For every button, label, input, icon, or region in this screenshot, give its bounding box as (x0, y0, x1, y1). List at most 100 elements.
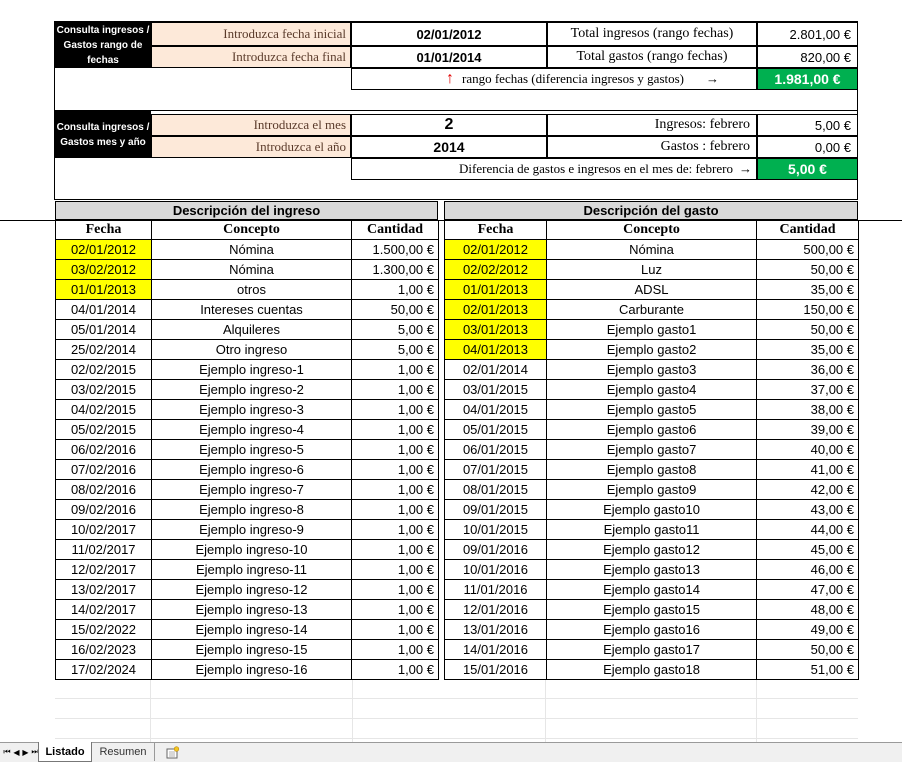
expense-concept-cell[interactable]: Ejemplo gasto14 (546, 579, 757, 600)
month-input[interactable]: 2 (351, 114, 547, 136)
expense-amount-cell[interactable]: 40,00 € (756, 439, 859, 460)
expense-amount-cell[interactable]: 50,00 € (756, 319, 859, 340)
expense-date-cell[interactable]: 15/01/2016 (444, 659, 547, 680)
income-concept-cell[interactable]: Ejemplo ingreso-5 (151, 439, 352, 460)
expense-amount-cell[interactable]: 35,00 € (756, 279, 859, 300)
income-date-cell[interactable]: 03/02/2012 (55, 259, 152, 280)
expense-concept-cell[interactable]: Nómina (546, 239, 757, 260)
expense-date-cell[interactable]: 02/01/2014 (444, 359, 547, 380)
expense-date-cell[interactable]: 02/01/2013 (444, 299, 547, 320)
income-concept-cell[interactable]: Intereses cuentas (151, 299, 352, 320)
expense-date-cell[interactable]: 03/01/2015 (444, 379, 547, 400)
income-date-cell[interactable]: 15/02/2022 (55, 619, 152, 640)
expense-amount-cell[interactable]: 38,00 € (756, 399, 859, 420)
expense-amount-cell[interactable]: 36,00 € (756, 359, 859, 380)
expense-concept-cell[interactable]: Carburante (546, 299, 757, 320)
expense-date-cell[interactable]: 10/01/2016 (444, 559, 547, 580)
income-concept-cell[interactable]: Ejemplo ingreso-8 (151, 499, 352, 520)
income-date-cell[interactable]: 25/02/2014 (55, 339, 152, 360)
expense-date-cell[interactable]: 09/01/2016 (444, 539, 547, 560)
income-concept-cell[interactable]: Ejemplo ingreso-14 (151, 619, 352, 640)
income-concept-cell[interactable]: Ejemplo ingreso-4 (151, 419, 352, 440)
start-date-input[interactable]: 02/01/2012 (351, 22, 547, 46)
expense-date-cell[interactable]: 01/01/2013 (444, 279, 547, 300)
income-amount-cell[interactable]: 1,00 € (351, 419, 439, 440)
income-concept-cell[interactable]: Ejemplo ingreso-11 (151, 559, 352, 580)
expense-concept-cell[interactable]: Ejemplo gasto7 (546, 439, 757, 460)
income-concept-cell[interactable]: Ejemplo ingreso-6 (151, 459, 352, 480)
expense-amount-cell[interactable]: 500,00 € (756, 239, 859, 260)
income-amount-cell[interactable]: 1,00 € (351, 619, 439, 640)
income-concept-cell[interactable]: Ejemplo ingreso-3 (151, 399, 352, 420)
first-sheet-nav-icon[interactable]: ⏮ (2, 743, 12, 761)
expense-amount-cell[interactable]: 45,00 € (756, 539, 859, 560)
end-date-input[interactable]: 01/01/2014 (351, 46, 547, 68)
expense-date-cell[interactable]: 05/01/2015 (444, 419, 547, 440)
expense-date-cell[interactable]: 04/01/2015 (444, 399, 547, 420)
expense-concept-cell[interactable]: Ejemplo gasto3 (546, 359, 757, 380)
income-concept-cell[interactable]: Ejemplo ingreso-15 (151, 639, 352, 660)
income-date-cell[interactable]: 01/01/2013 (55, 279, 152, 300)
income-date-cell[interactable]: 12/02/2017 (55, 559, 152, 580)
income-amount-cell[interactable]: 1,00 € (351, 359, 439, 380)
income-concept-cell[interactable]: Nómina (151, 259, 352, 280)
expense-date-cell[interactable]: 09/01/2015 (444, 499, 547, 520)
income-amount-cell[interactable]: 1,00 € (351, 579, 439, 600)
expense-concept-cell[interactable]: Ejemplo gasto5 (546, 399, 757, 420)
income-date-cell[interactable]: 13/02/2017 (55, 579, 152, 600)
expense-date-cell[interactable]: 14/01/2016 (444, 639, 547, 660)
income-amount-cell[interactable]: 1,00 € (351, 439, 439, 460)
income-concept-cell[interactable]: Ejemplo ingreso-9 (151, 519, 352, 540)
expense-date-cell[interactable]: 11/01/2016 (444, 579, 547, 600)
income-concept-cell[interactable]: Nómina (151, 239, 352, 260)
year-input[interactable]: 2014 (351, 136, 547, 158)
income-concept-cell[interactable]: otros (151, 279, 352, 300)
expense-concept-cell[interactable]: Ejemplo gasto15 (546, 599, 757, 620)
expense-amount-cell[interactable]: 48,00 € (756, 599, 859, 620)
income-amount-cell[interactable]: 1,00 € (351, 639, 439, 660)
expense-concept-cell[interactable]: Ejemplo gasto2 (546, 339, 757, 360)
expense-date-cell[interactable]: 10/01/2015 (444, 519, 547, 540)
expense-concept-cell[interactable]: Ejemplo gasto11 (546, 519, 757, 540)
income-date-cell[interactable]: 04/02/2015 (55, 399, 152, 420)
income-date-cell[interactable]: 10/02/2017 (55, 519, 152, 540)
income-concept-cell[interactable]: Ejemplo ingreso-1 (151, 359, 352, 380)
income-concept-cell[interactable]: Ejemplo ingreso-12 (151, 579, 352, 600)
expense-amount-cell[interactable]: 47,00 € (756, 579, 859, 600)
income-amount-cell[interactable]: 1,00 € (351, 279, 439, 300)
income-concept-cell[interactable]: Ejemplo ingreso-7 (151, 479, 352, 500)
expense-concept-cell[interactable]: Ejemplo gasto9 (546, 479, 757, 500)
income-amount-cell[interactable]: 1,00 € (351, 399, 439, 420)
insert-sheet-icon[interactable] (164, 743, 182, 761)
expense-amount-cell[interactable]: 150,00 € (756, 299, 859, 320)
income-date-cell[interactable]: 17/02/2024 (55, 659, 152, 680)
expense-concept-cell[interactable]: Ejemplo gasto6 (546, 419, 757, 440)
expense-amount-cell[interactable]: 46,00 € (756, 559, 859, 580)
income-amount-cell[interactable]: 1,00 € (351, 559, 439, 580)
expense-date-cell[interactable]: 07/01/2015 (444, 459, 547, 480)
income-amount-cell[interactable]: 1,00 € (351, 659, 439, 680)
income-amount-cell[interactable]: 1,00 € (351, 479, 439, 500)
income-concept-cell[interactable]: Ejemplo ingreso-2 (151, 379, 352, 400)
sheet-tab-resumen[interactable]: Resumen (92, 743, 155, 761)
income-concept-cell[interactable]: Alquileres (151, 319, 352, 340)
income-amount-cell[interactable]: 1,00 € (351, 459, 439, 480)
income-concept-cell[interactable]: Ejemplo ingreso-13 (151, 599, 352, 620)
income-amount-cell[interactable]: 1.300,00 € (351, 259, 439, 280)
expense-amount-cell[interactable]: 50,00 € (756, 259, 859, 280)
expense-amount-cell[interactable]: 51,00 € (756, 659, 859, 680)
expense-date-cell[interactable]: 06/01/2015 (444, 439, 547, 460)
expense-concept-cell[interactable]: Luz (546, 259, 757, 280)
expense-amount-cell[interactable]: 42,00 € (756, 479, 859, 500)
expense-concept-cell[interactable]: Ejemplo gasto18 (546, 659, 757, 680)
expense-amount-cell[interactable]: 35,00 € (756, 339, 859, 360)
income-amount-cell[interactable]: 1.500,00 € (351, 239, 439, 260)
prev-sheet-nav-icon[interactable]: ◀ (12, 743, 21, 761)
expense-amount-cell[interactable]: 49,00 € (756, 619, 859, 640)
income-date-cell[interactable]: 02/01/2012 (55, 239, 152, 260)
expense-concept-cell[interactable]: ADSL (546, 279, 757, 300)
income-amount-cell[interactable]: 1,00 € (351, 519, 439, 540)
income-date-cell[interactable]: 02/02/2015 (55, 359, 152, 380)
expense-concept-cell[interactable]: Ejemplo gasto8 (546, 459, 757, 480)
income-date-cell[interactable]: 14/02/2017 (55, 599, 152, 620)
